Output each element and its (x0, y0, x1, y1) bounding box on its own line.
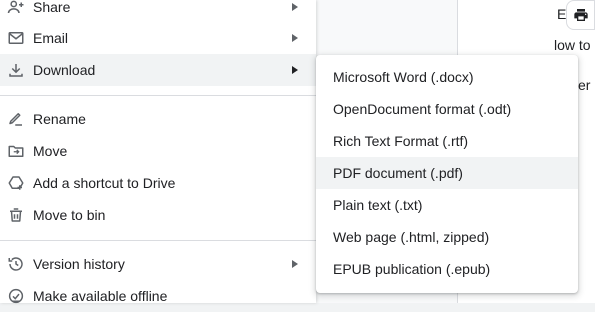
download-option-label: Rich Text Format (.rtf) (333, 133, 469, 149)
menu-item-move[interactable]: Move (0, 135, 316, 167)
download-option-label: EPUB publication (.epub) (333, 261, 491, 277)
trash-icon (6, 205, 26, 225)
download-option-html[interactable]: Web page (.html, zipped) (316, 221, 578, 253)
menu-divider (0, 240, 316, 241)
rename-icon (6, 109, 26, 129)
download-option-docx[interactable]: Microsoft Word (.docx) (316, 61, 578, 93)
menu-item-add-shortcut[interactable]: Add a shortcut to Drive (0, 167, 316, 199)
download-option-epub[interactable]: EPUB publication (.epub) (316, 253, 578, 285)
print-button[interactable] (566, 0, 595, 30)
offline-icon (6, 286, 26, 306)
download-option-label: OpenDocument format (.odt) (333, 101, 512, 117)
download-option-txt[interactable]: Plain text (.txt) (316, 189, 578, 221)
download-option-label: Plain text (.txt) (333, 197, 423, 213)
history-icon (6, 254, 26, 274)
menu-item-rename[interactable]: Rename (0, 103, 316, 135)
download-submenu: Microsoft Word (.docx) OpenDocument form… (316, 55, 578, 293)
submenu-arrow-icon (292, 3, 298, 11)
email-icon (6, 28, 26, 48)
download-icon (6, 60, 26, 80)
menu-divider (0, 95, 316, 96)
download-option-label: Web page (.html, zipped) (333, 229, 490, 245)
menu-item-label: Download (33, 62, 96, 78)
menu-item-label: Move to bin (33, 207, 106, 223)
menu-item-version-history[interactable]: Version history (0, 248, 316, 280)
menu-item-label: Make available offline (33, 288, 168, 304)
menu-item-email[interactable]: Email (0, 22, 316, 54)
document-text-fragment: low to (554, 37, 591, 53)
submenu-arrow-icon (292, 260, 298, 268)
document-text-fragment: er (578, 77, 591, 93)
menu-item-move-to-bin[interactable]: Move to bin (0, 199, 316, 231)
submenu-arrow-icon (292, 66, 298, 74)
download-option-rtf[interactable]: Rich Text Format (.rtf) (316, 125, 578, 157)
add-shortcut-icon (6, 173, 26, 193)
file-menu: Share Email Download Rename Move Add a s… (0, 0, 316, 304)
menu-item-download[interactable]: Download (0, 54, 316, 86)
print-icon (573, 7, 589, 23)
menu-item-label: Move (33, 143, 68, 159)
document-text-fragment: E (557, 6, 567, 22)
menu-item-make-offline[interactable]: Make available offline (0, 280, 316, 312)
move-folder-icon (6, 141, 26, 161)
menu-item-label: Version history (33, 256, 125, 272)
person-add-icon (6, 0, 26, 17)
download-option-label: Microsoft Word (.docx) (333, 69, 474, 85)
menu-item-label: Add a shortcut to Drive (33, 175, 176, 191)
download-option-label: PDF document (.pdf) (333, 165, 463, 181)
download-option-pdf[interactable]: PDF document (.pdf) (316, 157, 578, 189)
menu-item-label: Email (33, 30, 69, 46)
submenu-arrow-icon (292, 34, 298, 42)
menu-item-label: Rename (33, 111, 86, 127)
menu-item-label: Share (33, 0, 71, 15)
download-option-odt[interactable]: OpenDocument format (.odt) (316, 93, 578, 125)
menu-item-share[interactable]: Share (0, 0, 316, 23)
